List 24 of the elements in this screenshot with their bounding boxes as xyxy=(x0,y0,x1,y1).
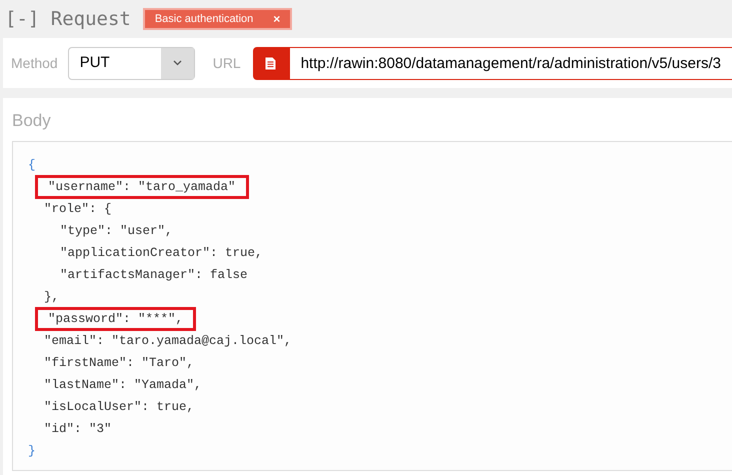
code-line: "username": "taro_yamada" xyxy=(38,178,246,196)
code-line: "applicationCreator": true, xyxy=(59,244,264,262)
code-line: "email": "taro.yamada@caj.local", xyxy=(43,332,293,350)
code-line: "id": "3" xyxy=(43,420,113,438)
code-line: "password": "***", xyxy=(38,310,194,328)
code-line: "role": { xyxy=(43,200,113,218)
code-line: { xyxy=(27,156,37,174)
code-line: } xyxy=(27,442,37,460)
document-icon xyxy=(265,56,276,70)
method-label: Method xyxy=(11,54,58,72)
code-line: "artifactsManager": false xyxy=(59,266,249,284)
code-line: "isLocalUser": true, xyxy=(43,398,196,416)
body-title: Body xyxy=(12,110,52,132)
code-line: "firstName": "Taro", xyxy=(43,354,196,372)
code-line: "lastName": "Yamada", xyxy=(43,376,203,394)
section-title: [-] Request xyxy=(5,6,131,32)
chevron-down-icon xyxy=(172,60,182,66)
code-line: }, xyxy=(43,288,60,306)
url-field[interactable]: http://rawin:8080/datamanagement/ra/administration/v5/users/3 xyxy=(288,46,732,80)
tag-label: Basic authentication xyxy=(154,12,254,27)
code-line: "type": "user", xyxy=(59,222,174,240)
url-label: URL xyxy=(212,54,241,72)
method-select[interactable]: PUT xyxy=(68,46,195,80)
code-editor[interactable] xyxy=(12,141,732,471)
